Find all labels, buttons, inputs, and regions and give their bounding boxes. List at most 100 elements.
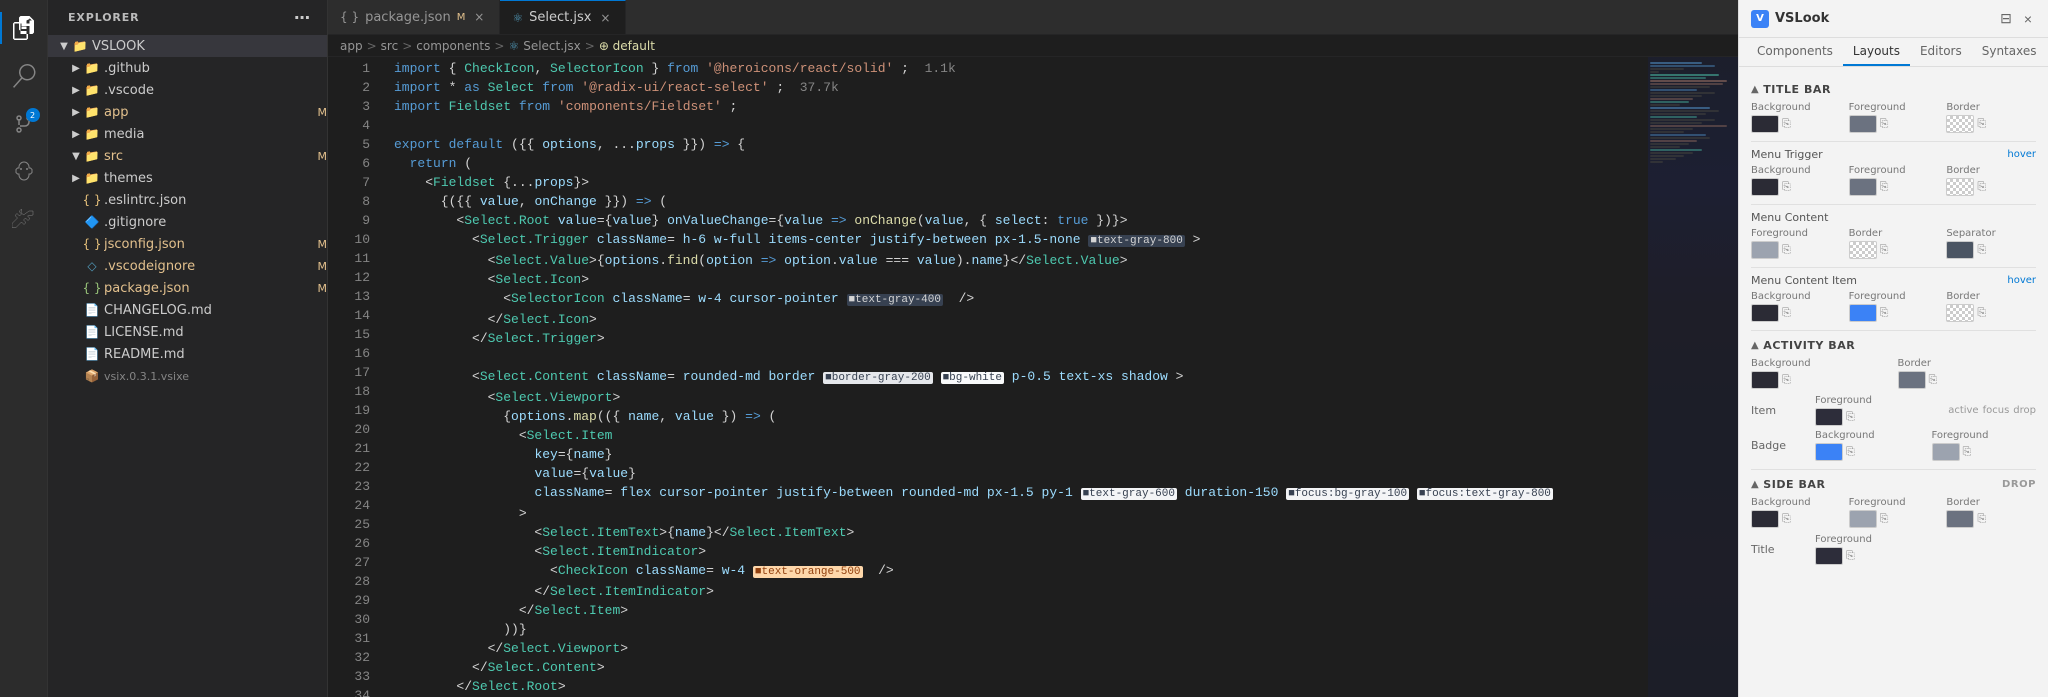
sidebar-fg-swatch[interactable] [1849,510,1877,528]
tree-item-jsconfig[interactable]: ▶ { } jsconfig.json M [48,233,327,255]
titlebar-border-copy[interactable]: ⎘ [1977,117,1986,131]
menu-trigger-fg-swatch[interactable] [1849,178,1877,196]
badge-bg-copy[interactable]: ⎘ [1846,445,1855,459]
titlebar-bg-copy[interactable]: ⎘ [1782,117,1791,131]
tab-editors[interactable]: Editors [1910,38,1972,66]
tree-item-themes[interactable]: ▶ 📁 themes [48,167,327,189]
state-focus[interactable]: focus [1983,405,2010,416]
menu-trigger-fg-copy[interactable]: ⎘ [1880,180,1889,194]
code-editor[interactable]: import { CheckIcon, SelectorIcon } from … [378,57,1648,697]
menu-item-fg-copy[interactable]: ⎘ [1880,306,1889,320]
menu-trigger-border-swatch[interactable] [1946,178,1974,196]
activitybar-border-swatch[interactable] [1898,371,1926,389]
badge-fg-copy[interactable]: ⎘ [1963,445,1972,459]
new-file-icon[interactable]: ⋯ [294,8,311,27]
titlebar-bg-swatch[interactable] [1751,115,1779,133]
menu-item-border-copy[interactable]: ⎘ [1977,306,1986,320]
sidebar-bg-label: Background [1751,497,1841,508]
activitybar-collapse-arrow[interactable]: ▲ [1751,340,1759,351]
state-drop[interactable]: drop [2013,405,2036,416]
tree-item-media[interactable]: ▶ 📁 media [48,123,327,145]
sidebar-collapse-arrow[interactable]: ▲ [1751,479,1759,490]
menu-item-border-swatch[interactable] [1946,304,1974,322]
tab-close-icon[interactable]: × [471,9,487,25]
breadcrumb-function[interactable]: ⊕ default [599,39,655,53]
menu-trigger-border-field: Border ⎘ [1946,165,2036,196]
tab-select-jsx[interactable]: ⚛ Select.jsx × [500,0,626,34]
sidebar-border-swatch[interactable] [1946,510,1974,528]
source-control-icon[interactable]: 2 [0,100,48,148]
menu-content-item-hover[interactable]: hover [2007,275,2036,286]
tree-item-github[interactable]: ▶ 📁 .github [48,57,327,79]
menu-content-fg-swatch[interactable] [1751,241,1779,259]
tree-item-src[interactable]: ▼ 📁 src M [48,145,327,167]
badge-fg-swatch[interactable] [1932,443,1960,461]
activitybar-bg-copy[interactable]: ⎘ [1782,373,1791,387]
menu-trigger-bg-swatch[interactable] [1751,178,1779,196]
tree-item-gitignore[interactable]: ▶ 🔷 .gitignore [48,211,327,233]
debug-icon[interactable] [0,148,48,196]
titlebar-collapse-arrow[interactable]: ▲ [1751,84,1759,95]
activitybar-bg-swatch[interactable] [1751,371,1779,389]
menu-content-sep-copy[interactable]: ⎘ [1977,243,1986,257]
menu-item-border-field: Border ⎘ [1946,291,2036,322]
titlebar-fg-copy[interactable]: ⎘ [1880,117,1889,131]
breadcrumb-file[interactable]: Select.jsx [523,39,581,53]
tree-item-readme[interactable]: ▶ 📄 README.md [48,343,327,365]
search-icon[interactable] [0,52,48,100]
sidebar-bg-swatch[interactable] [1751,510,1779,528]
titlebar-section-label: TITLE BAR [1763,83,1831,96]
panel-close-icon[interactable]: × [2020,8,2036,29]
tree-item-package[interactable]: ▶ { } package.json M [48,277,327,299]
root-folder[interactable]: ▼ 📁 VSLOOK [48,35,327,57]
sidebar-border-copy[interactable]: ⎘ [1977,512,1986,526]
sidebar-bg-copy[interactable]: ⎘ [1782,512,1791,526]
breadcrumb: app > src > components > ⚛ Select.jsx > … [328,35,1738,57]
menu-item-bg-copy[interactable]: ⎘ [1782,306,1791,320]
tree-item-eslint[interactable]: ▶ { } .eslintrc.json [48,189,327,211]
breadcrumb-src[interactable]: src [381,39,399,53]
tree-item-vscode[interactable]: ▶ 📁 .vscode [48,79,327,101]
tree-item-vsix[interactable]: ▶ 📦 vsix.0.3.1.vsixe [48,365,327,387]
menu-trigger-color-row: Background ⎘ Foreground ⎘ Border [1751,165,2036,196]
breadcrumb-components[interactable]: components [416,39,490,53]
titlebar-fg-swatch[interactable] [1849,115,1877,133]
badge-bg-swatch[interactable] [1815,443,1843,461]
activitybar-item-fg-copy[interactable]: ⎘ [1846,410,1855,424]
section-title-bar: ▲ TITLE BAR Background ⎘ Foreground ⎘ [1751,83,2036,133]
sidebar-title-fg-swatch[interactable] [1815,547,1843,565]
activitybar-section-label: ACTIVITY BAR [1763,339,1855,352]
menu-content-border-copy[interactable]: ⎘ [1880,243,1889,257]
menu-item-fg-swatch[interactable] [1849,304,1877,322]
state-active[interactable]: active [1948,405,1978,416]
menu-content-item-color-row: Background ⎘ Foreground ⎘ Border [1751,291,2036,322]
tab-syntaxes[interactable]: Syntaxes [1972,38,2047,66]
tree-item-changelog[interactable]: ▶ 📄 CHANGELOG.md [48,299,327,321]
files-icon[interactable] [0,4,48,52]
section-menu-trigger: Menu Trigger hover Background ⎘ Foregrou… [1751,148,2036,196]
tab-components[interactable]: Components [1747,38,1843,66]
breadcrumb-app[interactable]: app [340,39,363,53]
menu-item-bg-swatch[interactable] [1751,304,1779,322]
sidebar-title-fg-copy[interactable]: ⎘ [1846,549,1855,563]
sidebar-fg-copy[interactable]: ⎘ [1880,512,1889,526]
tab-package-json[interactable]: { } package.json M × [328,0,500,34]
menu-trigger-hover[interactable]: hover [2007,149,2036,160]
tree-item-app[interactable]: ▶ 📁 app M [48,101,327,123]
titlebar-bg-label: Background [1751,102,1841,113]
activitybar-border-copy[interactable]: ⎘ [1929,373,1938,387]
activitybar-item-fg-swatch[interactable] [1815,408,1843,426]
tree-item-vscodeignore[interactable]: ▶ ◇ .vscodeignore M [48,255,327,277]
extensions-icon[interactable] [0,196,48,244]
sidebar-drop-label[interactable]: drop [2002,479,2036,490]
menu-content-sep-swatch[interactable] [1946,241,1974,259]
tab-close-icon[interactable]: × [597,10,613,26]
menu-trigger-bg-copy[interactable]: ⎘ [1782,180,1791,194]
menu-trigger-border-copy[interactable]: ⎘ [1977,180,1986,194]
menu-content-border-swatch[interactable] [1849,241,1877,259]
panel-layout-icon[interactable]: ⊟ [1996,8,2016,29]
tab-layouts[interactable]: Layouts [1843,38,1910,66]
tree-item-license[interactable]: ▶ 📄 LICENSE.md [48,321,327,343]
menu-content-fg-copy[interactable]: ⎘ [1782,243,1791,257]
titlebar-border-swatch[interactable] [1946,115,1974,133]
